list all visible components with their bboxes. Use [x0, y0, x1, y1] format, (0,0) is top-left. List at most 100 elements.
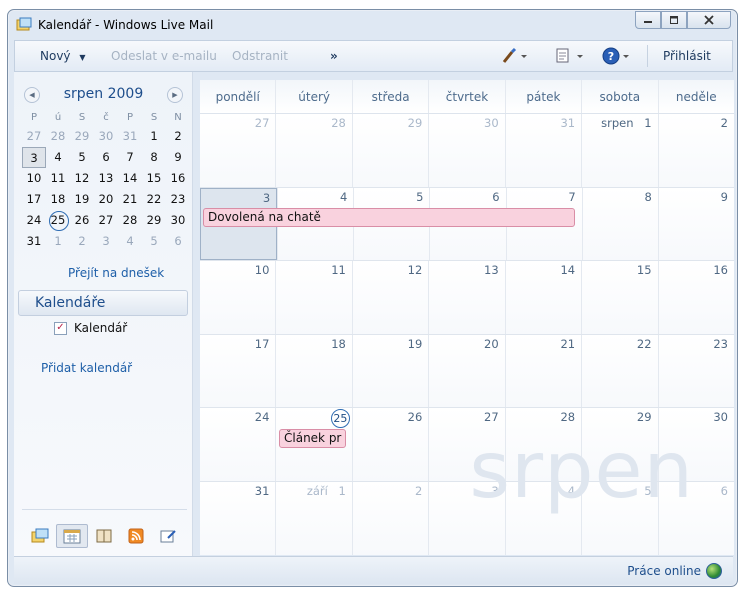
day-cell[interactable]: 10 — [200, 261, 276, 334]
day-cell[interactable]: 30 — [428, 114, 505, 187]
day-cell[interactable]: 5 — [581, 481, 658, 555]
day-cell[interactable]: 26 — [351, 408, 429, 481]
send-email-button[interactable]: Odeslat v e-mailu — [111, 49, 217, 63]
day-cell[interactable]: 19 — [351, 334, 429, 407]
mini-day[interactable]: 1 — [46, 231, 70, 252]
mini-day[interactable]: 4 — [46, 147, 70, 168]
mini-day[interactable]: 30 — [94, 126, 118, 147]
online-status[interactable]: Práce online — [627, 564, 701, 578]
event-vacation[interactable]: Dovolená na chatě — [203, 207, 575, 227]
mini-day[interactable]: 7 — [118, 147, 142, 168]
day-cell[interactable]: 18 — [275, 334, 352, 407]
mini-day[interactable]: 22 — [142, 189, 166, 210]
day-cell[interactable]: 2 — [657, 114, 734, 187]
mini-day[interactable]: 27 — [22, 126, 46, 147]
mini-day[interactable]: 31 — [118, 126, 142, 147]
view-options-button[interactable] — [555, 47, 585, 68]
mini-day[interactable]: 14 — [118, 168, 142, 189]
mini-day[interactable]: 6 — [166, 231, 190, 252]
mini-day[interactable]: 5 — [142, 231, 166, 252]
mini-day[interactable]: 18 — [46, 189, 70, 210]
day-cell[interactable]: 31 — [504, 114, 582, 187]
signin-button[interactable]: Přihlásit — [663, 49, 711, 63]
go-to-today-link[interactable]: Přejít na dnešek — [68, 266, 164, 280]
day-cell[interactable]: 29 — [351, 114, 429, 187]
mini-day[interactable]: 20 — [94, 189, 118, 210]
day-cell[interactable]: 8 — [581, 187, 658, 260]
mini-day[interactable]: 16 — [166, 168, 190, 189]
day-cell[interactable]: 12 — [351, 261, 429, 334]
mini-day-today[interactable]: 25 — [46, 210, 70, 231]
mini-day[interactable]: 23 — [166, 189, 190, 210]
newsgroups-module-button[interactable] — [152, 524, 184, 548]
event-article[interactable]: Článek pr — [279, 429, 346, 448]
mini-day[interactable]: 11 — [46, 168, 70, 189]
feeds-module-button[interactable] — [120, 524, 152, 548]
mini-day[interactable]: 19 — [70, 189, 94, 210]
mini-day[interactable]: 13 — [94, 168, 118, 189]
add-calendar-link[interactable]: Přidat kalendář — [41, 361, 132, 375]
mini-day[interactable]: 26 — [70, 210, 94, 231]
mini-day[interactable]: 5 — [70, 147, 94, 168]
mini-day[interactable]: 17 — [22, 189, 46, 210]
maximize-button[interactable] — [661, 11, 687, 29]
delete-button[interactable]: Odstranit — [232, 49, 288, 63]
day-cell[interactable]: 3 — [428, 481, 505, 555]
calendar-checkbox[interactable]: ✓ — [54, 321, 67, 335]
day-cell[interactable]: 22 — [581, 334, 658, 407]
new-button[interactable]: Nový ▼ — [40, 49, 86, 63]
calendar-module-button[interactable] — [56, 524, 88, 548]
day-cell[interactable]: 27 — [200, 114, 276, 187]
day-cell[interactable]: 6 — [657, 481, 734, 555]
mini-day[interactable]: 12 — [70, 168, 94, 189]
mail-module-button[interactable] — [24, 524, 56, 548]
mini-day[interactable]: 30 — [166, 210, 190, 231]
day-cell[interactable]: 28 — [504, 408, 582, 481]
day-cell[interactable]: 14 — [504, 261, 582, 334]
day-cell[interactable]: 23 — [657, 334, 734, 407]
mini-day[interactable]: 29 — [142, 210, 166, 231]
day-cell[interactable]: 24 — [200, 408, 276, 481]
calendar-list-item[interactable]: ✓ Kalendář — [54, 321, 127, 335]
day-cell[interactable]: 11 — [275, 261, 352, 334]
day-cell[interactable]: 2 — [351, 481, 429, 555]
calendars-section-header[interactable]: Kalendáře — [18, 290, 188, 316]
mini-day[interactable]: 8 — [142, 147, 166, 168]
day-cell[interactable]: 4 — [504, 481, 582, 555]
day-cell[interactable]: 20 — [428, 334, 505, 407]
day-cell[interactable]: 30 — [657, 408, 734, 481]
mini-day[interactable]: 9 — [166, 147, 190, 168]
minimize-button[interactable] — [635, 11, 661, 29]
day-cell[interactable]: srpen 1 — [581, 114, 658, 187]
mini-day[interactable]: 2 — [166, 126, 190, 147]
day-cell[interactable]: 9 — [657, 187, 734, 260]
mini-day[interactable]: 15 — [142, 168, 166, 189]
help-button[interactable]: ? — [602, 46, 632, 69]
mini-day-selected[interactable]: 3 — [22, 147, 46, 168]
day-cell[interactable]: 17 — [200, 334, 276, 407]
mini-day[interactable]: 6 — [94, 147, 118, 168]
day-cell[interactable]: 16 — [657, 261, 734, 334]
next-month-button[interactable]: ▶ — [167, 87, 183, 103]
close-button[interactable] — [687, 11, 731, 29]
mini-day[interactable]: 2 — [70, 231, 94, 252]
mini-day[interactable]: 24 — [22, 210, 46, 231]
day-cell[interactable]: 13 — [428, 261, 505, 334]
mini-day[interactable]: 3 — [94, 231, 118, 252]
day-cell[interactable]: 21 — [504, 334, 582, 407]
mini-day[interactable]: 21 — [118, 189, 142, 210]
day-cell[interactable]: 29 — [581, 408, 658, 481]
mini-day[interactable]: 28 — [46, 126, 70, 147]
mini-day[interactable]: 29 — [70, 126, 94, 147]
day-cell[interactable]: 31 — [200, 481, 276, 555]
day-cell[interactable]: 15 — [581, 261, 658, 334]
day-cell[interactable]: 28 — [275, 114, 352, 187]
day-cell[interactable]: 27 — [428, 408, 505, 481]
mini-day[interactable]: 27 — [94, 210, 118, 231]
day-cell[interactable]: září 1 — [275, 481, 352, 555]
mini-day[interactable]: 4 — [118, 231, 142, 252]
more-commands-button[interactable]: » — [330, 49, 338, 63]
mini-day[interactable]: 28 — [118, 210, 142, 231]
mini-day[interactable]: 31 — [22, 231, 46, 252]
mini-day[interactable]: 1 — [142, 126, 166, 147]
